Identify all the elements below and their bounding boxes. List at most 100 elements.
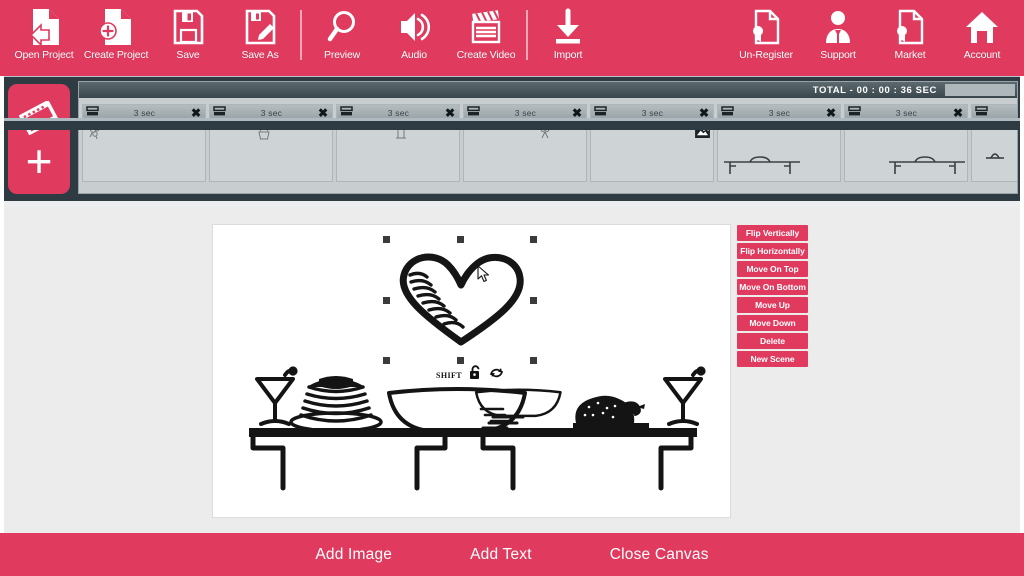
clip-duration: 3 sec: [514, 107, 537, 118]
resize-handle-ne[interactable]: [530, 236, 537, 243]
resize-handle-s[interactable]: [457, 357, 464, 364]
clip-duration: 3 sec: [641, 107, 664, 118]
bowl: [474, 388, 562, 423]
clip-thumbnail: [718, 122, 840, 181]
add-text-button[interactable]: Add Text: [470, 546, 532, 564]
close-icon[interactable]: ✖: [571, 107, 583, 119]
support-agent-icon: [821, 6, 855, 48]
create-project-icon: [99, 6, 133, 48]
close-icon[interactable]: ✖: [952, 107, 964, 119]
import-button[interactable]: Import: [532, 6, 604, 72]
close-icon[interactable]: ✖: [190, 107, 202, 119]
clip-thumbnail: [83, 122, 205, 181]
timeline-panel: TOTAL - 00 : 00 : 36 SEC 3 sec ✖ 3 sec ✖…: [78, 81, 1018, 194]
buffet-right-items: [474, 366, 706, 430]
flip-vertically-button[interactable]: Flip Vertically: [737, 225, 808, 241]
clip-duration: 3 sec: [260, 107, 283, 118]
preview-label: Preview: [324, 49, 360, 61]
toolbar-divider-2: [526, 10, 528, 60]
plus-icon: +: [25, 134, 53, 187]
resize-handle-n[interactable]: [457, 236, 464, 243]
timeline-clip[interactable]: 3 sec ✖: [590, 104, 714, 182]
magnifier-icon: [325, 6, 359, 48]
timeline-clip[interactable]: 3 sec ✖: [209, 104, 333, 182]
clip-duration: 3 sec: [133, 107, 156, 118]
move-down-button[interactable]: Move Down: [737, 315, 808, 331]
table-sketch: [889, 156, 965, 174]
clip-thumbnail: [591, 122, 713, 181]
pancake-stack: [289, 376, 383, 433]
object-actions-panel: Flip Vertically Flip Horizontally Move O…: [737, 225, 808, 367]
toolbar-divider-1: [300, 10, 302, 60]
preview-button[interactable]: Preview: [306, 6, 378, 72]
save-as-icon: [243, 6, 277, 48]
new-scene-button[interactable]: New Scene: [737, 351, 808, 367]
audio-button[interactable]: Audio: [378, 6, 450, 72]
close-icon[interactable]: ✖: [825, 107, 837, 119]
clip-duration: 3 sec: [387, 107, 410, 118]
add-scene-button[interactable]: +: [8, 84, 70, 194]
flip-horizontally-button[interactable]: Flip Horizontally: [737, 243, 808, 259]
support-label: Support: [820, 49, 856, 61]
close-icon[interactable]: ✖: [444, 107, 456, 119]
create-project-button[interactable]: Create Project: [80, 6, 152, 72]
timeline-clip[interactable]: 3 sec ✖: [463, 104, 587, 182]
roast-turkey: [573, 395, 649, 430]
save-label: Save: [176, 49, 200, 61]
home-icon: [964, 6, 1000, 48]
account-button[interactable]: Account: [946, 6, 1018, 72]
clip-duration: 3 sec: [768, 107, 791, 118]
timeline-clip[interactable]: 3 sec ✖: [717, 104, 841, 182]
martini-glass: [255, 366, 298, 426]
timeline-clip[interactable]: [971, 104, 1017, 182]
close-icon[interactable]: ✖: [317, 107, 329, 119]
move-up-button[interactable]: Move Up: [737, 297, 808, 313]
save-as-button[interactable]: Save As: [224, 6, 296, 72]
selection-frame[interactable]: SHIFT: [383, 236, 537, 380]
timeline-scroll-end: [945, 84, 1015, 96]
table-sketch: [724, 156, 800, 174]
open-project-icon: [27, 6, 61, 48]
clapperboard-icon: [469, 6, 503, 48]
delete-button[interactable]: Delete: [737, 333, 808, 349]
audio-label: Audio: [401, 49, 427, 61]
clip-duration: 3 sec: [895, 107, 918, 118]
small-sketch: [986, 153, 1004, 159]
toolbar-right-group: Un-Register Support Market Account: [730, 0, 1024, 72]
timeline-clip[interactable]: 3 sec ✖: [844, 104, 968, 182]
close-canvas-button[interactable]: Close Canvas: [610, 546, 709, 564]
download-icon: [551, 6, 585, 48]
martini-glass: [663, 366, 706, 426]
move-on-bottom-button[interactable]: Move On Bottom: [737, 279, 808, 295]
certificate-icon: [893, 6, 927, 48]
frame-edge-right: [1020, 0, 1024, 576]
create-video-label: Create Video: [456, 49, 516, 61]
application-window: Open Project Create Project Save Save As…: [0, 0, 1024, 576]
import-label: Import: [553, 49, 583, 61]
unregister-button[interactable]: Un-Register: [730, 6, 802, 72]
clip-thumbnail: [845, 122, 967, 181]
save-button[interactable]: Save: [152, 6, 224, 72]
timeline-clip[interactable]: 3 sec ✖: [336, 104, 460, 182]
resize-handle-nw[interactable]: [383, 236, 390, 243]
resize-handle-w[interactable]: [383, 297, 390, 304]
resize-handle-se[interactable]: [530, 357, 537, 364]
create-video-button[interactable]: Create Video: [450, 6, 522, 72]
timeline-clip[interactable]: 3 sec ✖: [82, 104, 206, 182]
canvas[interactable]: SHIFT: [212, 224, 731, 518]
speaker-icon: [397, 6, 431, 48]
create-project-label: Create Project: [83, 49, 149, 61]
close-icon[interactable]: ✖: [698, 107, 710, 119]
open-project-button[interactable]: Open Project: [8, 6, 80, 72]
support-button[interactable]: Support: [802, 6, 874, 72]
resize-handle-sw[interactable]: [383, 357, 390, 364]
total-duration-label: TOTAL - 00 : 00 : 36 SEC: [812, 84, 937, 96]
resize-handle-e[interactable]: [530, 297, 537, 304]
bottom-toolbar: Add Image Add Text Close Canvas: [0, 533, 1024, 576]
account-label: Account: [963, 49, 1001, 61]
clip-thumbnail: [972, 122, 1017, 181]
frame-edge-left: [0, 0, 4, 576]
market-button[interactable]: Market: [874, 6, 946, 72]
move-on-top-button[interactable]: Move On Top: [737, 261, 808, 277]
add-image-button[interactable]: Add Image: [315, 546, 392, 564]
